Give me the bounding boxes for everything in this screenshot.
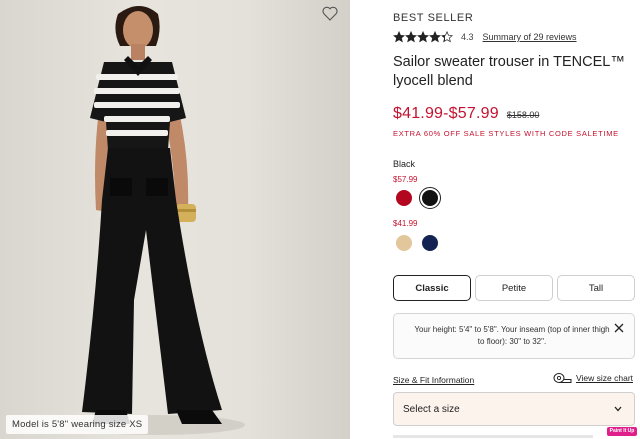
size-chart-label: View size chart — [576, 373, 634, 383]
model-size-caption: Model is 5'8" wearing size XS — [6, 415, 149, 434]
swatch-navy-fill — [422, 235, 438, 251]
product-title: Sailor sweater trouser in TENCEL™ lyocel… — [393, 54, 625, 89]
color-swatch-navy[interactable] — [419, 232, 441, 254]
tab-tall[interactable]: Tall — [557, 275, 635, 301]
rating-value: 4.3 — [461, 32, 474, 42]
color-tier-price: $41.99 — [393, 219, 418, 228]
size-fit-info-link[interactable]: Size & Fit Information — [393, 375, 474, 385]
paint-it-up-badge[interactable]: Paint It Up — [607, 427, 637, 436]
star-icon — [405, 31, 417, 43]
favorite-button[interactable] — [322, 6, 342, 26]
swatch-black-fill — [422, 190, 438, 206]
color-swatch-tan[interactable] — [393, 232, 415, 254]
original-price: $158.00 — [506, 110, 540, 120]
tab-classic[interactable]: Classic — [393, 275, 471, 301]
reviews-summary-link[interactable]: Summary of 29 reviews — [483, 32, 577, 42]
heart-outline-icon — [322, 6, 338, 21]
chevron-down-icon — [614, 406, 622, 412]
tab-petite[interactable]: Petite — [475, 275, 553, 301]
price-row: $41.99-$57.99 $158.00 — [393, 105, 539, 123]
sale-price: $41.99-$57.99 — [393, 105, 499, 122]
model-illustration — [65, 6, 245, 435]
color-swatch-black[interactable] — [419, 187, 441, 209]
fit-recommendation: Your height: 5'4" to 5'8". Your inseam (… — [393, 313, 635, 359]
size-chart-link[interactable]: View size chart — [553, 372, 633, 384]
size-select-label: Select a size — [403, 404, 460, 415]
star-icon — [441, 31, 453, 43]
swatch-tan-fill — [396, 235, 412, 251]
star-icon — [429, 31, 441, 43]
product-details: BEST SELLER 4.3 Summary of 29 reviews Sa… — [393, 0, 640, 439]
tape-measure-icon — [553, 373, 572, 383]
close-icon[interactable] — [613, 322, 625, 334]
star-rating — [393, 31, 453, 43]
color-swatch-red[interactable] — [393, 187, 415, 209]
size-select[interactable]: Select a size — [393, 392, 635, 426]
rating-row: 4.3 Summary of 29 reviews — [393, 30, 577, 44]
fit-recommendation-text: Your height: 5'4" to 5'8". Your inseam (… — [414, 325, 610, 346]
size-type-tabs: Classic Petite Tall — [393, 275, 635, 301]
product-image: Model is 5'8" wearing size XS — [0, 0, 350, 439]
star-icon — [393, 31, 405, 43]
selected-color-name: Black — [393, 159, 416, 169]
cut-off-content — [393, 433, 613, 439]
star-icon — [417, 31, 429, 43]
best-seller-badge: BEST SELLER — [393, 12, 474, 24]
promo-message: EXTRA 60% OFF SALE STYLES WITH CODE SALE… — [393, 129, 619, 138]
color-tier-price: $57.99 — [393, 175, 418, 184]
swatch-red-fill — [396, 190, 412, 206]
